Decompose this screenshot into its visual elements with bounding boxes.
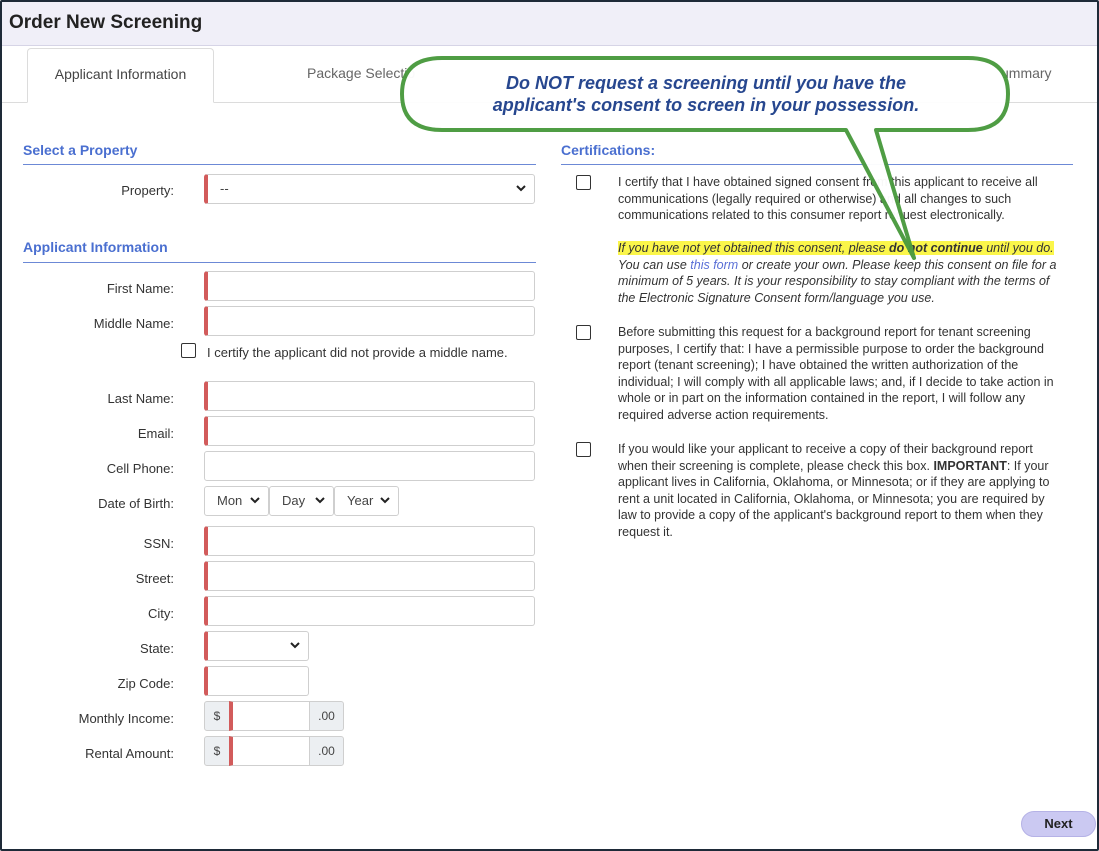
callout-line-1: Do NOT request a screening until you hav…: [505, 73, 907, 93]
callout-bubble: [400, 56, 1010, 260]
callout-text: Do NOT request a screening until you hav…: [404, 72, 1008, 116]
next-button[interactable]: Next: [1021, 811, 1096, 837]
callout-line-2: applicant's consent to screen in your po…: [492, 95, 920, 115]
